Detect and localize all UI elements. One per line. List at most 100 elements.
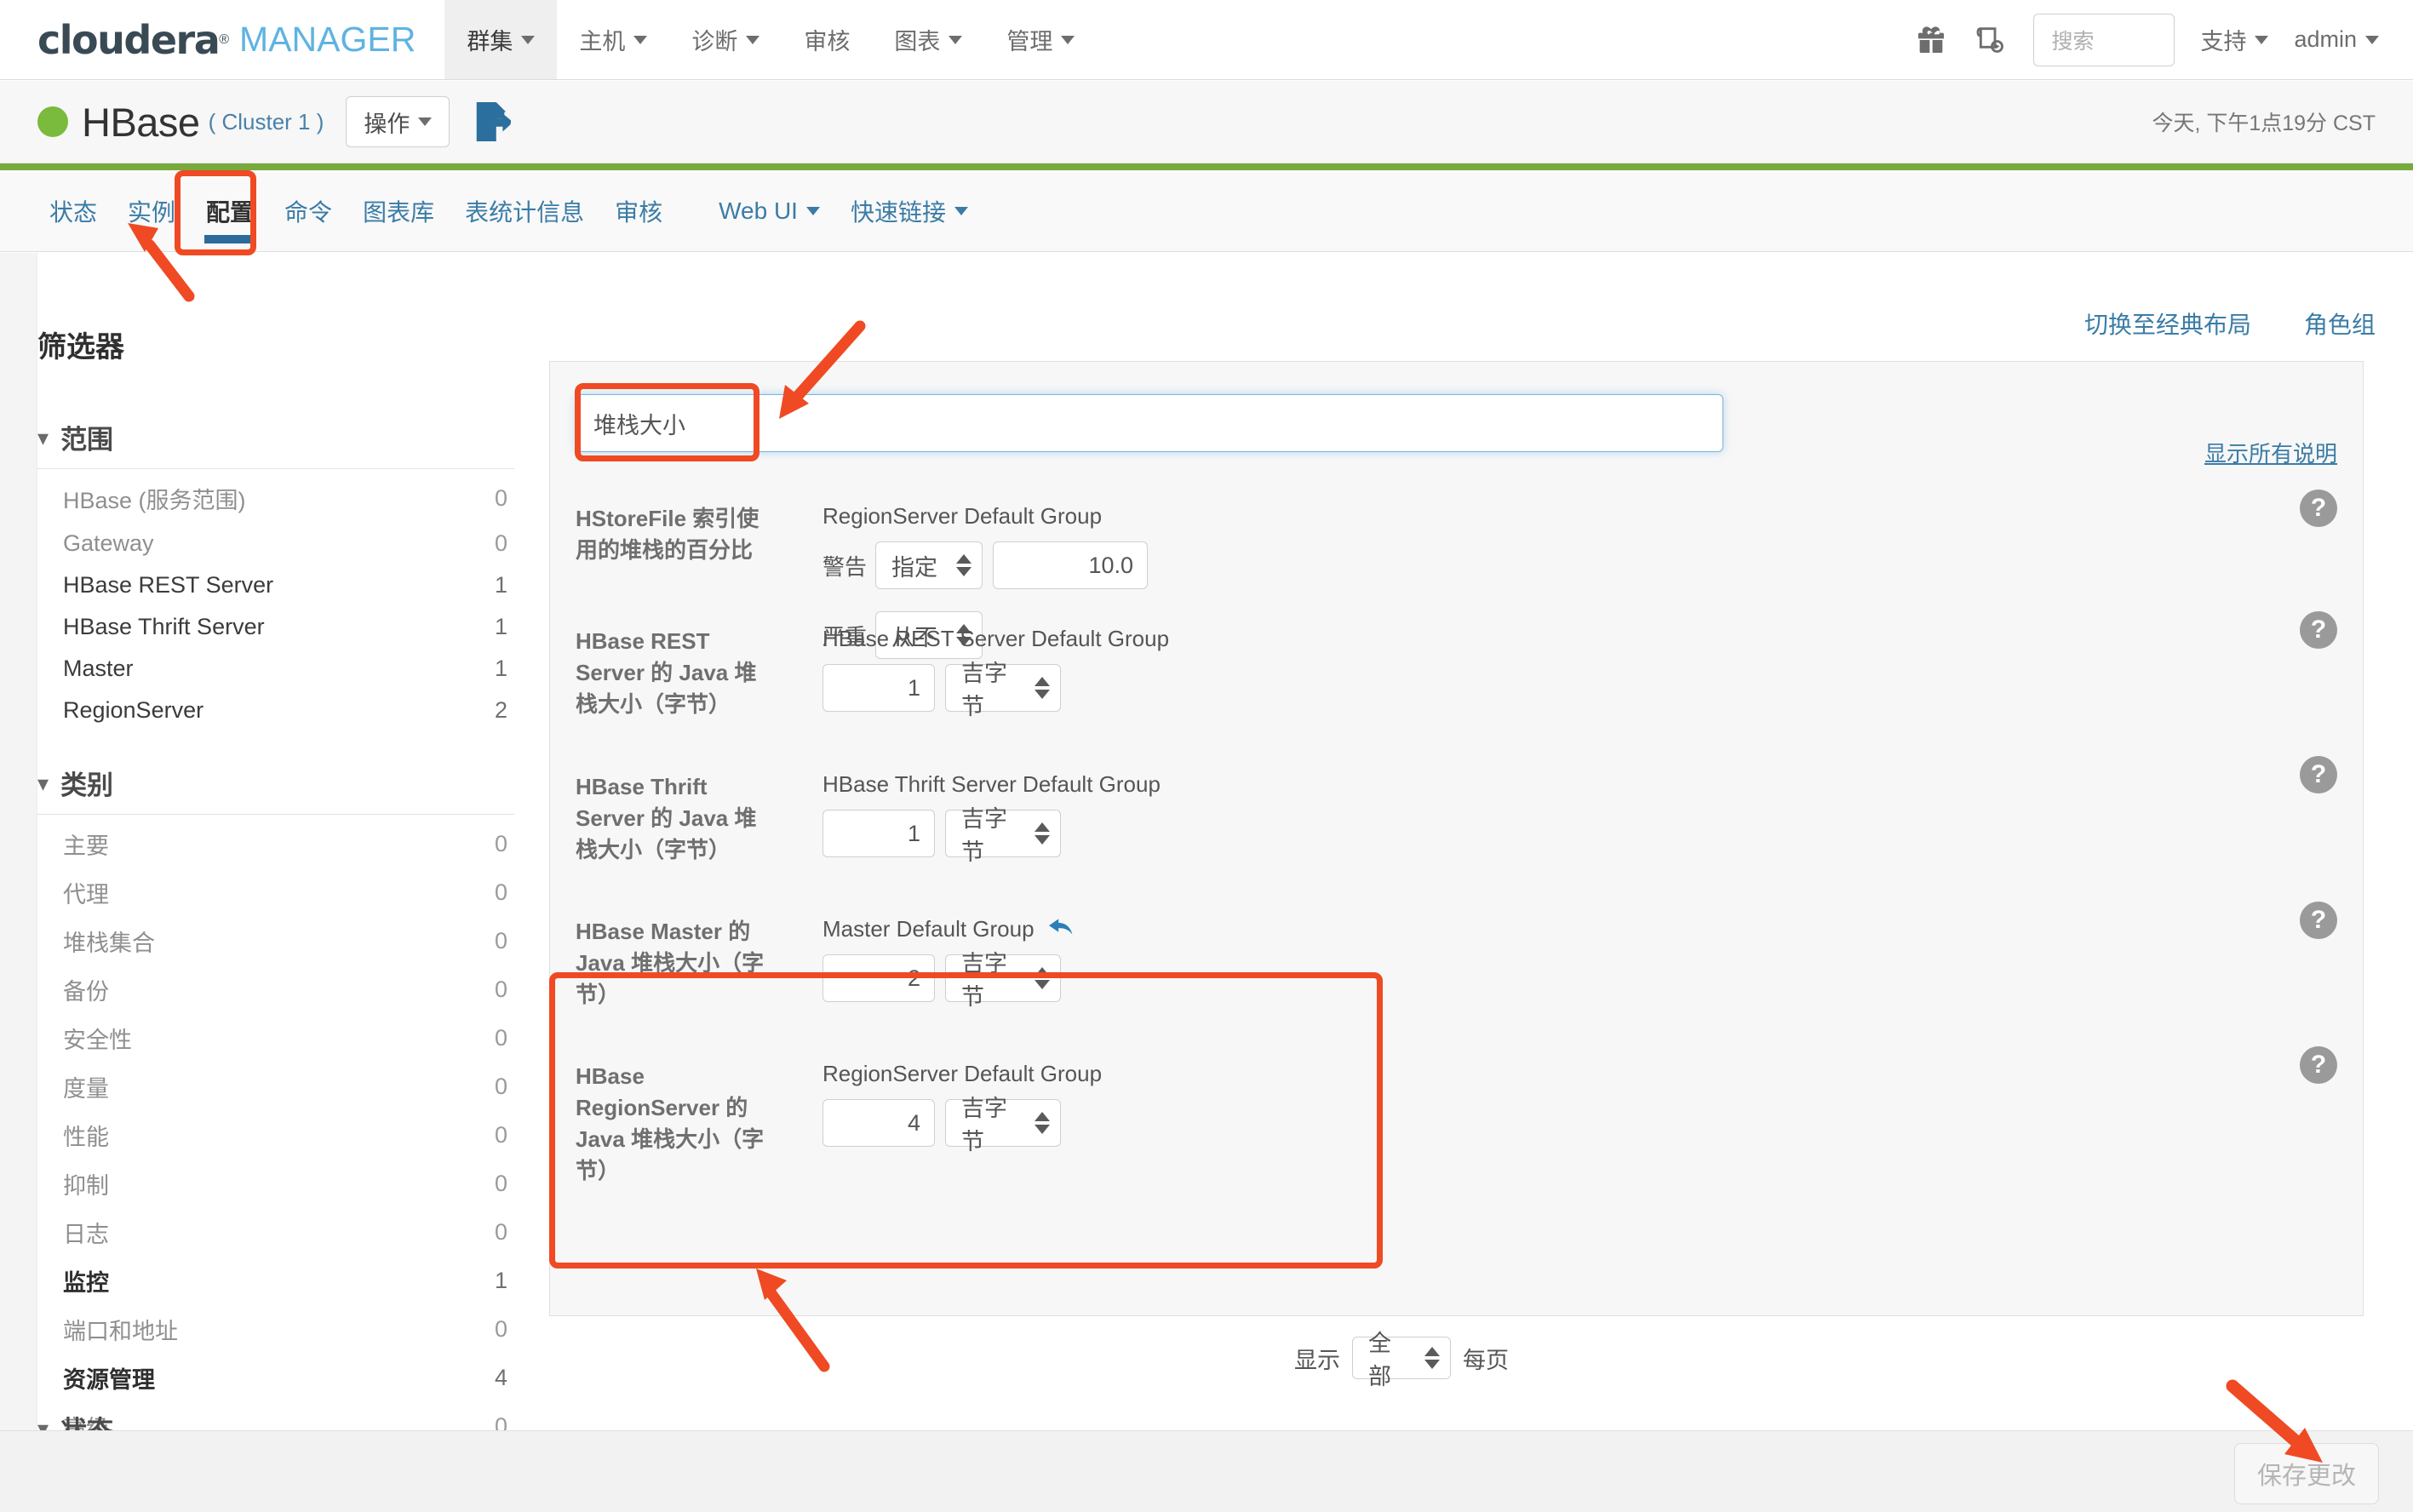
tab-quick-links[interactable]: 快速链接 bbox=[835, 170, 983, 252]
filter-category-monitoring[interactable]: 监控 1 bbox=[37, 1257, 514, 1305]
filter-scope-hbase-thrift-server[interactable]: HBase Thrift Server 1 bbox=[37, 606, 514, 648]
chevron-down-icon bbox=[954, 206, 968, 215]
tab-audits[interactable]: 审核 bbox=[599, 170, 678, 252]
filter-scope-hbase-service[interactable]: HBase (服务范围) 0 bbox=[37, 474, 514, 523]
tab-web-ui-label: Web UI bbox=[719, 197, 798, 224]
filter-category-ports-and-addresses[interactable]: 端口和地址 0 bbox=[37, 1305, 514, 1354]
help-icon[interactable]: ? bbox=[2300, 756, 2337, 793]
tab-charts-library[interactable]: 图表库 bbox=[347, 170, 450, 252]
spinner-icon bbox=[1035, 1112, 1050, 1134]
nav-item-clusters[interactable]: 群集 bbox=[444, 0, 558, 79]
filter-section-category[interactable]: ▾ 类别 bbox=[37, 764, 514, 815]
config-body: HBase REST Server Default Group 吉字节 bbox=[822, 626, 1169, 725]
nav-item-hosts[interactable]: 主机 bbox=[557, 0, 669, 79]
filter-label: 代理 bbox=[63, 882, 109, 908]
filter-scope-hbase-rest-server[interactable]: HBase REST Server 1 bbox=[37, 564, 514, 606]
config-group-name: Master Default Group bbox=[822, 916, 1075, 942]
help-icon[interactable]: ? bbox=[2300, 490, 2337, 527]
chevron-down-icon bbox=[949, 35, 963, 44]
filter-label: 备份 bbox=[63, 979, 109, 1005]
nav-item-charts[interactable]: 图表 bbox=[872, 0, 984, 79]
master-heap-unit-select[interactable]: 吉字节 bbox=[945, 951, 1061, 1010]
tab-table-stats[interactable]: 表统计信息 bbox=[450, 170, 599, 252]
filter-scope-gateway[interactable]: Gateway 0 bbox=[37, 523, 514, 564]
master-heap-input[interactable] bbox=[822, 954, 935, 1002]
rest-server-heap-unit-select[interactable]: 吉字节 bbox=[945, 661, 1061, 719]
help-icon[interactable]: ? bbox=[2300, 611, 2337, 649]
filter-scope-master[interactable]: Master 1 bbox=[37, 648, 514, 690]
filter-label: HBase (服务范围) bbox=[63, 488, 246, 513]
role-groups-link[interactable]: 角色组 bbox=[2304, 306, 2376, 341]
config-search-input[interactable] bbox=[576, 394, 1723, 452]
filter-label: 抑制 bbox=[63, 1173, 109, 1199]
threshold-warning-select[interactable]: 指定 bbox=[875, 541, 983, 589]
page-title: HBase bbox=[82, 99, 200, 145]
filter-label: 资源管理 bbox=[63, 1367, 155, 1393]
nav-item-diagnostics[interactable]: 诊断 bbox=[669, 0, 782, 79]
filter-section-category-label: 类别 bbox=[60, 770, 114, 800]
unit-value: 吉字节 bbox=[961, 661, 1007, 719]
nav-item-administration[interactable]: 管理 bbox=[984, 0, 1097, 79]
show-all-descriptions-link[interactable]: 显示所有说明 bbox=[2204, 437, 2337, 468]
nav-item-audits[interactable]: 审核 bbox=[782, 0, 872, 79]
switch-to-classic-layout-link[interactable]: 切换至经典布局 bbox=[2084, 306, 2251, 341]
pagination-control: 显示 全部 每页 bbox=[1294, 1331, 1509, 1389]
spinner-icon bbox=[1035, 967, 1050, 989]
cluster-name-link[interactable]: ( Cluster 1 ) bbox=[209, 109, 324, 135]
regionserver-heap-input[interactable] bbox=[822, 1099, 935, 1147]
filter-section-scope[interactable]: ▾ 范围 bbox=[37, 418, 514, 469]
chevron-down-icon: ▾ bbox=[37, 424, 49, 450]
parcel-icon[interactable] bbox=[1974, 23, 2008, 57]
filter-category-stacks-collection[interactable]: 堆栈集合 0 bbox=[37, 917, 514, 965]
filter-category-suppressions[interactable]: 抑制 0 bbox=[37, 1160, 514, 1208]
help-icon[interactable]: ? bbox=[2300, 902, 2337, 939]
filter-label: 监控 bbox=[63, 1270, 109, 1296]
user-menu-label: admin bbox=[2294, 26, 2357, 52]
cloudera-manager-logo[interactable]: cloudera ® MANAGER bbox=[0, 0, 444, 79]
thrift-server-heap-unit-select[interactable]: 吉字节 bbox=[945, 806, 1061, 865]
save-changes-button[interactable]: 保存更改 bbox=[2233, 1443, 2379, 1504]
thrift-server-heap-input[interactable] bbox=[822, 810, 935, 857]
rest-server-heap-input[interactable] bbox=[822, 664, 935, 712]
filter-label: 性能 bbox=[63, 1125, 109, 1150]
tab-commands[interactable]: 命令 bbox=[269, 170, 347, 252]
tab-instances[interactable]: 实例 bbox=[112, 170, 191, 252]
config-body: RegionServer Default Group 吉字节 bbox=[822, 1061, 1102, 1160]
nav-item-diagnostics-label: 诊断 bbox=[691, 29, 738, 54]
filter-category-main[interactable]: 主要 0 bbox=[37, 820, 514, 868]
support-menu[interactable]: 支持 bbox=[2200, 23, 2269, 56]
config-label: HBase REST Server 的 Java 堆栈大小（字节） bbox=[576, 628, 757, 717]
page-size-select[interactable]: 全部 bbox=[1352, 1331, 1451, 1389]
config-group-label: HBase REST Server Default Group bbox=[822, 626, 1170, 651]
user-menu[interactable]: admin bbox=[2294, 26, 2379, 53]
global-search-input[interactable]: 搜索 bbox=[2033, 13, 2175, 66]
filter-section-status-partial[interactable]: ▾ 状态 bbox=[37, 1409, 293, 1433]
filter-category-logs[interactable]: 日志 0 bbox=[37, 1208, 514, 1257]
logo-manager-text: MANAGER bbox=[239, 20, 416, 59]
tab-web-ui[interactable]: Web UI bbox=[703, 170, 835, 252]
filter-count: 0 bbox=[494, 831, 507, 856]
spinner-icon bbox=[1035, 677, 1050, 699]
threshold-warning-select-value: 指定 bbox=[891, 554, 937, 581]
filter-category-backup[interactable]: 备份 0 bbox=[37, 965, 514, 1014]
threshold-warning-value-input[interactable] bbox=[993, 541, 1148, 589]
configuration-panel: 显示所有说明 ? ? ? ? ? HStoreFile 索引使用的堆栈的百分比 … bbox=[549, 361, 2364, 1316]
export-document-icon[interactable] bbox=[472, 100, 512, 143]
filter-scope-regionserver[interactable]: RegionServer 2 bbox=[37, 690, 514, 731]
filter-category-proxy[interactable]: 代理 0 bbox=[37, 868, 514, 917]
tab-status[interactable]: 状态 bbox=[34, 170, 112, 252]
filter-category-performance[interactable]: 性能 0 bbox=[37, 1111, 514, 1160]
filter-category-security[interactable]: 安全性 0 bbox=[37, 1014, 514, 1062]
tab-configuration[interactable]: 配置 bbox=[191, 170, 269, 252]
filter-label: HBase REST Server bbox=[63, 572, 274, 598]
regionserver-heap-unit-select[interactable]: 吉字节 bbox=[945, 1096, 1061, 1154]
config-group-label: Master Default Group bbox=[822, 916, 1035, 942]
filter-category-metrics[interactable]: 度量 0 bbox=[37, 1062, 514, 1111]
filter-count: 1 bbox=[494, 1268, 507, 1293]
filter-label: 主要 bbox=[63, 833, 109, 859]
gift-icon[interactable] bbox=[1914, 23, 1948, 57]
filter-category-resource-management[interactable]: 资源管理 4 bbox=[37, 1354, 514, 1402]
actions-button[interactable]: 操作 bbox=[346, 96, 450, 147]
revert-to-default-icon[interactable] bbox=[1046, 918, 1075, 942]
help-icon[interactable]: ? bbox=[2300, 1046, 2337, 1084]
